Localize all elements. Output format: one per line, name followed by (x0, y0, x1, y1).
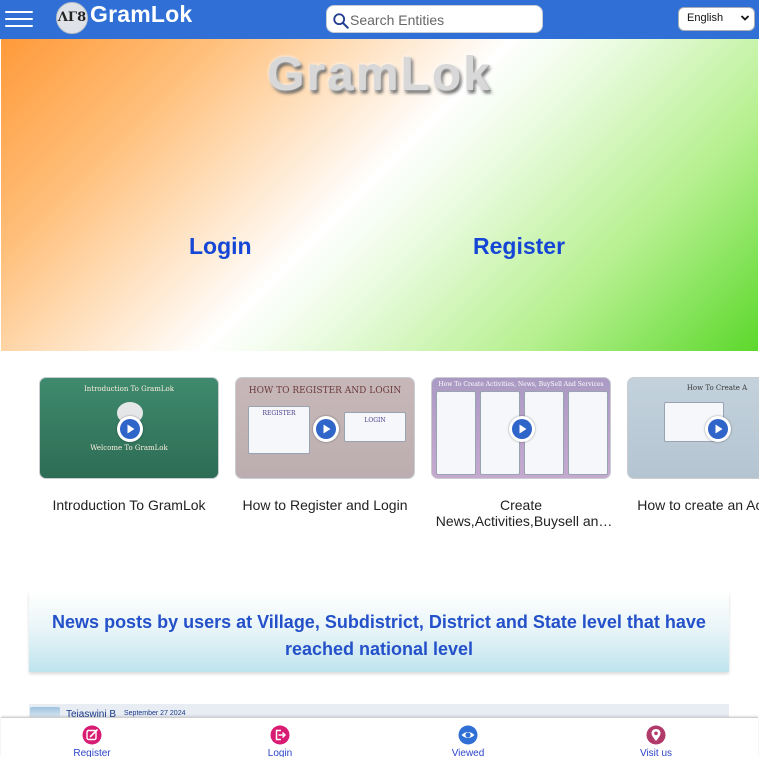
bottom-nav-viewed-label: Viewed (451, 748, 485, 757)
screen-preview (568, 391, 608, 475)
chevron-down-icon (740, 15, 750, 21)
play-icon[interactable] (313, 416, 339, 442)
hero-login-link[interactable]: Login (189, 233, 252, 260)
register-form-preview: REGISTER (248, 406, 310, 454)
news-section-heading: News posts by users at Village, Subdistr… (52, 612, 706, 659)
video-thumbnail[interactable]: How To Create A (627, 377, 759, 479)
search-box[interactable] (326, 5, 543, 33)
thumbnail-title: How To Create A (686, 384, 748, 392)
hero-title: GramLok (267, 48, 492, 101)
play-icon[interactable] (117, 416, 143, 442)
language-selected-value: English (687, 12, 724, 24)
hero-register-link[interactable]: Register (473, 233, 565, 260)
screen-preview (436, 391, 476, 475)
video-title[interactable]: Create News,Activities,Buysell and Servi… (431, 497, 611, 529)
video-carousel: Introduction To GramLok Welcome To GramL… (0, 351, 759, 551)
thumbnail-title: HOW TO REGISTER AND LOGIN (248, 386, 402, 396)
bottom-navigation: Register Login Viewed Visit us (1, 717, 758, 757)
video-card[interactable]: How To Create Activities, News, BuySell … (431, 377, 611, 529)
bottom-nav-login-label: Login (267, 748, 293, 757)
video-card[interactable]: HOW TO REGISTER AND LOGIN REGISTER LOGIN… (235, 377, 415, 513)
video-card[interactable]: Introduction To GramLok Welcome To GramL… (39, 377, 219, 513)
thumbnail-subtitle: Welcome To GramLok (90, 444, 168, 452)
login-form-preview: LOGIN (344, 412, 406, 442)
eye-icon (458, 725, 478, 745)
video-title[interactable]: How to create an Account (627, 497, 759, 513)
video-card[interactable]: How To Create A How to create an Account (627, 377, 759, 513)
news-section-header: News posts by users at Village, Subdistr… (29, 592, 729, 672)
logo[interactable]: ΛΓ8 (56, 2, 88, 34)
page: ΛΓ8 GramLok English GramLok Login Regist… (0, 0, 759, 757)
search-input[interactable] (350, 10, 535, 29)
language-select[interactable]: English (678, 7, 755, 31)
hero-banner: GramLok Login Register (1, 39, 758, 351)
play-icon[interactable] (509, 416, 535, 442)
hamburger-menu-icon[interactable] (5, 6, 33, 32)
video-title[interactable]: Introduction To GramLok (39, 497, 219, 513)
post-date: September 27 2024 (124, 710, 186, 717)
edit-icon (82, 725, 102, 745)
video-thumbnail[interactable]: How To Create Activities, News, BuySell … (431, 377, 611, 479)
login-icon (270, 725, 290, 745)
bottom-nav-visit-label: Visit us (639, 748, 673, 757)
video-title[interactable]: How to Register and Login (235, 497, 415, 513)
video-thumbnail[interactable]: HOW TO REGISTER AND LOGIN REGISTER LOGIN (235, 377, 415, 479)
top-navigation-bar: ΛΓ8 GramLok English (0, 0, 759, 39)
thumbnail-title: Introduction To GramLok (84, 385, 174, 393)
brand-name[interactable]: GramLok (90, 1, 192, 28)
thumbnail-title: How To Create Activities, News, BuySell … (438, 381, 604, 388)
bottom-nav-register-label: Register (73, 748, 111, 757)
play-icon[interactable] (705, 416, 731, 442)
search-icon[interactable] (332, 12, 350, 30)
location-pin-icon (646, 725, 666, 745)
video-thumbnail[interactable]: Introduction To GramLok Welcome To GramL… (39, 377, 219, 479)
